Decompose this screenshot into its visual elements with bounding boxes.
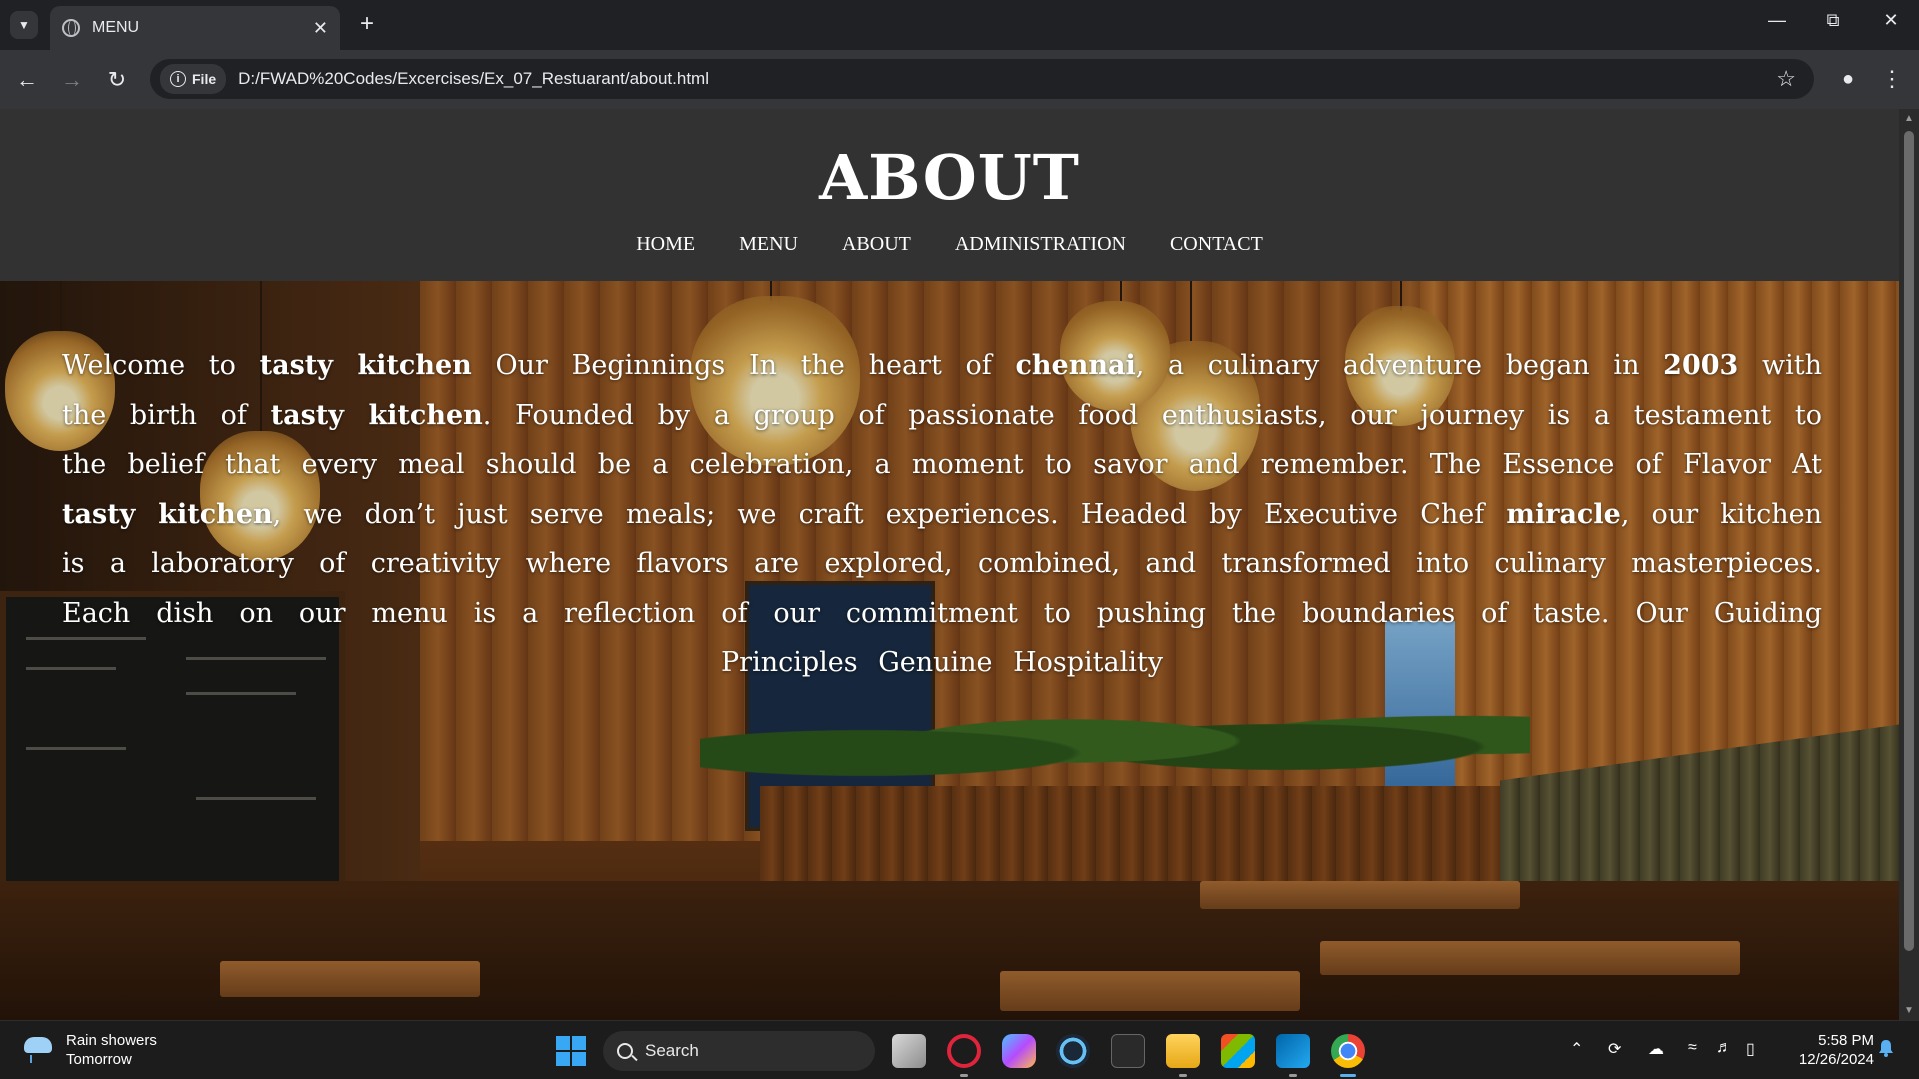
browser-chrome: ▼ MENU ✕ + — ⧉ ✕ ← → ↻ i File D:/FWAD%20… bbox=[0, 0, 1919, 109]
epic-games-icon[interactable] bbox=[1111, 1034, 1145, 1068]
nav-home-link[interactable]: HOME bbox=[636, 233, 695, 256]
info-icon: i bbox=[170, 71, 186, 87]
search-icon bbox=[617, 1043, 633, 1059]
tab-strip: ▼ MENU ✕ + — ⧉ ✕ bbox=[0, 0, 1919, 50]
vscode-icon[interactable] bbox=[1276, 1034, 1310, 1068]
nav-administration-link[interactable]: ADMINISTRATION bbox=[955, 233, 1126, 256]
scroll-down-arrow[interactable]: ▼ bbox=[1903, 1005, 1915, 1016]
profile-icon[interactable]: ● bbox=[1833, 64, 1863, 94]
restaurant-name: tasty kitchen bbox=[259, 350, 472, 381]
back-button[interactable]: ← bbox=[11, 64, 43, 96]
main-nav: HOME MENU ABOUT ADMINISTRATION CONTACT bbox=[0, 233, 1899, 256]
restaurant-name: tasty kitchen bbox=[270, 399, 483, 431]
site-header: ABOUT HOME MENU ABOUT ADMINISTRATION CON… bbox=[0, 109, 1899, 281]
weather-condition: Rain showers bbox=[66, 1032, 157, 1049]
clock-time: 5:58 PM bbox=[1818, 1032, 1874, 1049]
clock-date: 12/26/2024 bbox=[1798, 1051, 1874, 1068]
nav-contact-link[interactable]: CONTACT bbox=[1170, 233, 1263, 256]
steam-icon[interactable] bbox=[1056, 1034, 1090, 1068]
page-scrollbar[interactable]: ▲ ▼ bbox=[1899, 109, 1919, 1020]
close-tab-icon[interactable]: ✕ bbox=[313, 18, 328, 39]
notification-bell-icon[interactable] bbox=[1876, 1038, 1896, 1058]
about-text: Our Beginnings In the heart of bbox=[471, 350, 1016, 381]
file-explorer-icon[interactable] bbox=[1166, 1034, 1200, 1068]
opera-browser-icon[interactable] bbox=[947, 1034, 981, 1068]
restaurant-background-image: Welcome to tasty kitchen Our Beginnings … bbox=[0, 281, 1899, 1020]
restaurant-name: tasty kitchen bbox=[62, 498, 273, 530]
browser-toolbar: ← → ↻ i File D:/FWAD%20Codes/Excercises/… bbox=[0, 50, 1919, 109]
show-hidden-icons-chevron[interactable]: ⌃ bbox=[1570, 1039, 1583, 1059]
restore-button[interactable]: ⧉ bbox=[1818, 10, 1848, 31]
taskbar-search[interactable]: Search bbox=[603, 1031, 875, 1071]
sync-icon[interactable]: ⟳ bbox=[1608, 1039, 1621, 1059]
minimize-button[interactable]: — bbox=[1762, 10, 1792, 31]
task-view-icon[interactable] bbox=[892, 1034, 926, 1068]
file-chip-label: File bbox=[192, 71, 217, 87]
about-paragraph: Welcome to tasty kitchen Our Beginnings … bbox=[62, 341, 1822, 688]
onedrive-cloud-icon[interactable]: ☁ bbox=[1648, 1039, 1664, 1059]
weather-time: Tomorrow bbox=[66, 1051, 132, 1068]
nav-menu-link[interactable]: MENU bbox=[739, 233, 798, 256]
scroll-thumb[interactable] bbox=[1904, 131, 1914, 951]
globe-icon bbox=[62, 19, 80, 37]
nav-about-link[interactable]: ABOUT bbox=[842, 233, 911, 256]
taskbar: Rain showers Tomorrow Search ⌃ ⟳ ☁ ≈ ♬ ▯… bbox=[0, 1020, 1919, 1079]
system-clock[interactable]: 5:58 PM 12/26/2024 bbox=[1784, 1031, 1874, 1069]
about-text: , we don’t just serve meals; we craft ex… bbox=[272, 498, 1507, 530]
city-name: chennai bbox=[1015, 350, 1136, 381]
address-bar[interactable]: i File D:/FWAD%20Codes/Excercises/Ex_07_… bbox=[150, 59, 1814, 99]
forward-button[interactable]: → bbox=[56, 64, 88, 96]
about-text: , a culinary adventure began in bbox=[1135, 350, 1664, 381]
browser-tab[interactable]: MENU ✕ bbox=[50, 6, 340, 50]
url-text[interactable]: D:/FWAD%20Codes/Excercises/Ex_07_Restuar… bbox=[238, 69, 1776, 89]
site-info-chip[interactable]: i File bbox=[160, 64, 227, 94]
start-button[interactable] bbox=[556, 1036, 586, 1066]
reload-button[interactable]: ↻ bbox=[101, 64, 133, 96]
scroll-up-arrow[interactable]: ▲ bbox=[1903, 113, 1915, 124]
chrome-icon[interactable] bbox=[1331, 1034, 1365, 1068]
search-label: Search bbox=[645, 1041, 699, 1060]
page-viewport: ABOUT HOME MENU ABOUT ADMINISTRATION CON… bbox=[0, 109, 1899, 1020]
tab-search-button[interactable]: ▼ bbox=[10, 11, 38, 39]
wifi-icon[interactable]: ≈ bbox=[1688, 1039, 1697, 1057]
new-tab-button[interactable]: + bbox=[352, 10, 382, 38]
weather-widget[interactable]: Rain showers Tomorrow bbox=[22, 1031, 157, 1069]
copilot-icon[interactable] bbox=[1002, 1034, 1036, 1068]
bookmark-star-icon[interactable]: ☆ bbox=[1776, 66, 1796, 92]
rain-cloud-icon bbox=[22, 1033, 56, 1067]
browser-menu-icon[interactable]: ⋮ bbox=[1877, 64, 1907, 94]
tab-title: MENU bbox=[92, 19, 140, 36]
volume-icon[interactable]: ♬ bbox=[1716, 1039, 1732, 1057]
battery-icon[interactable]: ▯ bbox=[1746, 1039, 1755, 1059]
page-title: ABOUT bbox=[819, 141, 1080, 214]
microsoft-store-icon[interactable] bbox=[1221, 1034, 1255, 1068]
close-window-button[interactable]: ✕ bbox=[1876, 10, 1906, 31]
founding-year: 2003 bbox=[1663, 350, 1739, 381]
about-text: Welcome to bbox=[62, 350, 260, 381]
chef-name: miracle bbox=[1506, 498, 1621, 530]
